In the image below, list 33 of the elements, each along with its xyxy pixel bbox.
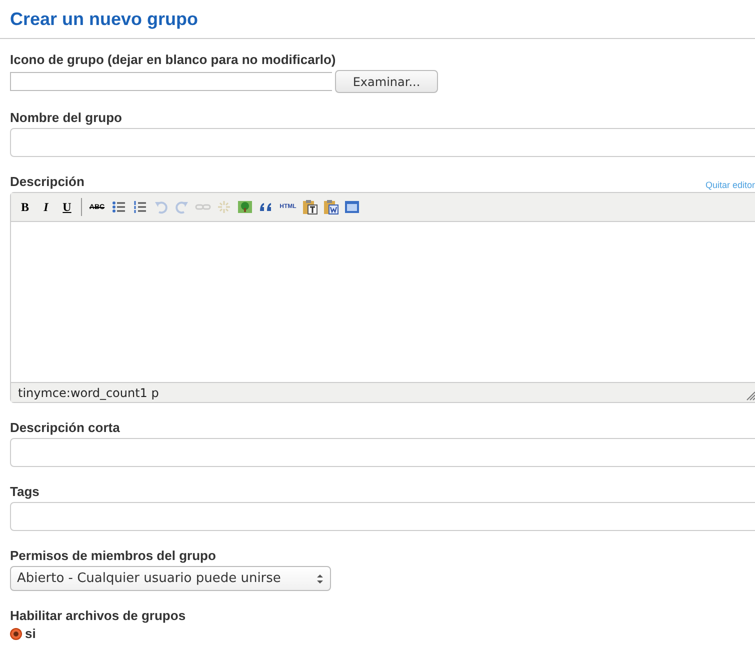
field-label: Nombre del grupo xyxy=(10,110,123,126)
undo-icon xyxy=(153,199,169,215)
permissions-dropdown[interactable]: Abierto - Cualquier usuario puede unirse xyxy=(10,566,331,591)
redo-icon xyxy=(174,199,190,215)
bullet-list-icon xyxy=(111,199,127,215)
bold-button[interactable]: B xyxy=(15,197,35,217)
status-text: tinymce:word_count1 p xyxy=(18,386,159,400)
field-label: Icono de grupo (dejar en blanco para no modificarlo) xyxy=(10,52,337,68)
up-down-arrows-icon xyxy=(316,572,324,584)
radio-label: si xyxy=(25,626,36,641)
field-label: Tags xyxy=(10,484,40,500)
file-path-field[interactable] xyxy=(10,72,332,91)
italic-button[interactable]: I xyxy=(36,197,56,217)
clipboard-icon xyxy=(323,199,339,215)
field-label: Descripción xyxy=(10,174,84,190)
paste-word-button[interactable] xyxy=(321,197,341,217)
resize-grip-icon[interactable] xyxy=(746,391,755,401)
clipboard-icon xyxy=(302,199,318,215)
radio-button[interactable] xyxy=(10,628,22,640)
paste-text-button[interactable] xyxy=(300,197,320,217)
short-description-field[interactable] xyxy=(10,438,755,467)
field-label: Permisos de miembros del grupo xyxy=(10,548,217,564)
tags-field[interactable] xyxy=(10,502,755,531)
browse-button[interactable]: Examinar... xyxy=(335,70,438,93)
numbered-list-icon xyxy=(132,199,148,215)
name-field[interactable] xyxy=(10,128,755,157)
window-icon xyxy=(344,199,360,215)
page-title: Crear un nuevo grupo xyxy=(10,8,200,31)
tree-picture-icon xyxy=(237,199,253,215)
underline-button[interactable]: U xyxy=(57,197,77,217)
field-label: Descripción corta xyxy=(10,420,121,436)
broken-chain-icon xyxy=(216,199,232,215)
field-label: Habilitar archivos de grupos xyxy=(10,608,187,624)
